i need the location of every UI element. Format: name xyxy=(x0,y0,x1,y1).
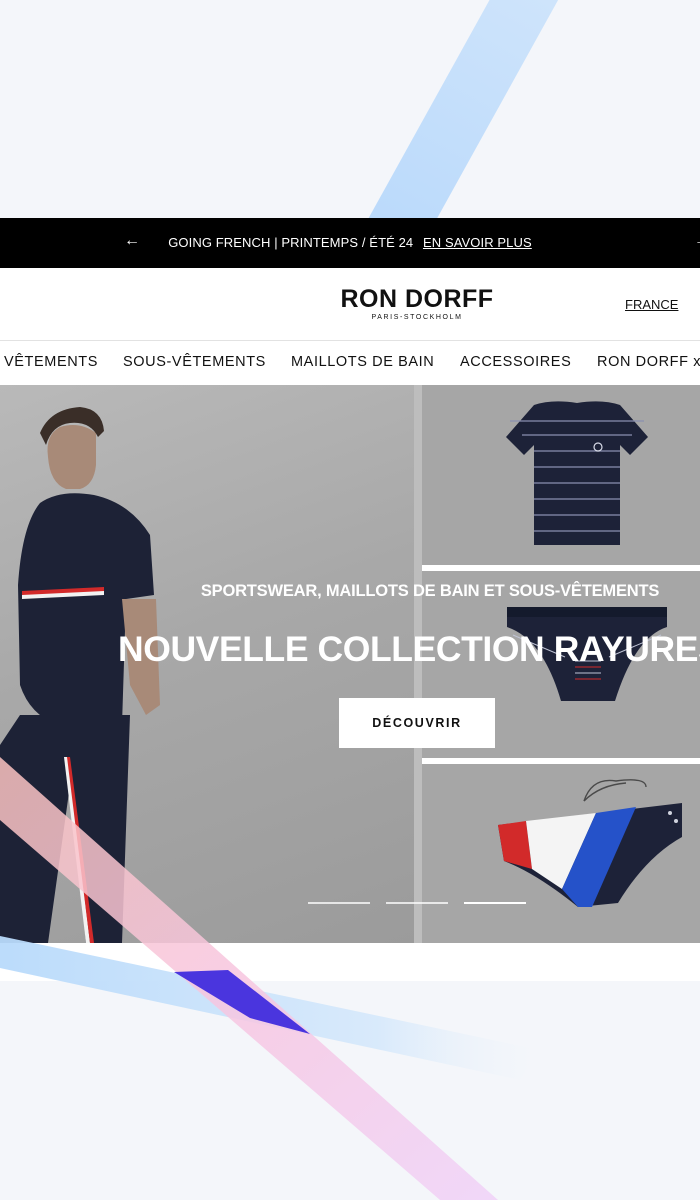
nav-item-clothing[interactable]: VÊTEMENTS xyxy=(4,354,98,370)
learn-more-link[interactable]: EN SAVOIR PLUS xyxy=(423,235,532,250)
logo-name: RON DORFF xyxy=(340,285,494,313)
main-nav: VÊTEMENTS SOUS-VÊTEMENTS MAILLOTS DE BAI… xyxy=(0,340,700,386)
carousel-indicators xyxy=(0,902,700,906)
announcement-bar: ← GOING FRENCH | PRINTEMPS / ÉTÉ 24 EN S… xyxy=(0,218,700,268)
announcement-text: GOING FRENCH | PRINTEMPS / ÉTÉ 24 xyxy=(168,235,414,250)
hero-title: NOUVELLE COLLECTION RAYURES xyxy=(118,629,700,669)
arrow-right-icon[interactable]: → xyxy=(694,232,700,250)
carousel-dot-3[interactable] xyxy=(464,902,526,904)
nav-item-swimwear[interactable]: MAILLOTS DE BAIN xyxy=(291,354,434,370)
announcement-message: GOING FRENCH | PRINTEMPS / ÉTÉ 24 EN SAV… xyxy=(0,235,700,250)
logo-tagline: PARIS-STOCKHOLM xyxy=(371,314,463,321)
nav-item-collab[interactable]: RON DORFF x xyxy=(597,354,700,370)
carousel-dot-1[interactable] xyxy=(308,902,370,904)
hero-banner[interactable]: SPORTSWEAR, MAILLOTS DE BAIN ET SOUS-VÊT… xyxy=(0,385,700,943)
website-frame: ← GOING FRENCH | PRINTEMPS / ÉTÉ 24 EN S… xyxy=(0,218,700,981)
hero-subtitle: SPORTSWEAR, MAILLOTS DE BAIN ET SOUS-VÊT… xyxy=(200,582,660,600)
striped-tshirt-image xyxy=(506,401,648,545)
carousel-dot-2[interactable] xyxy=(386,902,448,904)
nav-item-accessories[interactable]: ACCESSOIRES xyxy=(460,354,571,370)
discover-button[interactable]: DÉCOUVRIR xyxy=(339,698,495,748)
region-selector[interactable]: FRANCE xyxy=(625,297,678,312)
brand-logo[interactable]: RON DORFF PARIS-STOCKHOLM xyxy=(317,286,517,322)
site-header: RON DORFF PARIS-STOCKHOLM FRANCE xyxy=(0,268,700,341)
nav-item-underwear[interactable]: SOUS-VÊTEMENTS xyxy=(123,354,266,370)
tricolor-swim-briefs-image xyxy=(498,779,682,907)
